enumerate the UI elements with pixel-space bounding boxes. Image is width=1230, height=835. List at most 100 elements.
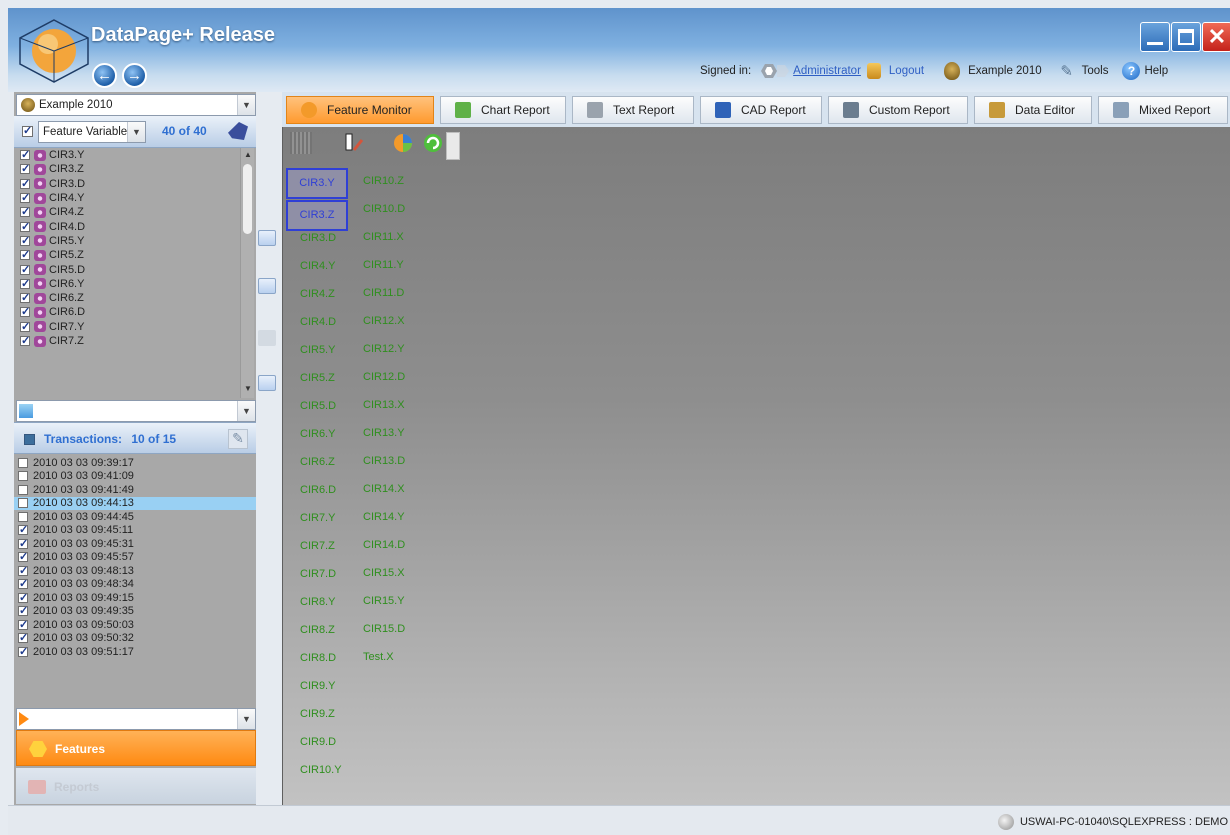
feature-list-item[interactable]: CIR6.Y xyxy=(14,277,240,291)
feature-list-item[interactable]: CIR4.Y xyxy=(14,191,240,205)
feature-cell[interactable]: CIR3.Y xyxy=(286,168,348,199)
feature-cell[interactable]: CIR15.D xyxy=(363,623,405,635)
feature-cell[interactable]: CIR12.Y xyxy=(363,343,405,355)
transaction-checkbox[interactable] xyxy=(18,498,28,509)
feature-checkbox[interactable] xyxy=(20,334,30,347)
transaction-checkbox[interactable] xyxy=(18,645,28,658)
feature-cell[interactable]: CIR8.Z xyxy=(300,624,335,636)
feature-cell[interactable]: CIR4.D xyxy=(300,316,336,328)
transaction-checkbox[interactable] xyxy=(18,471,28,482)
feature-cell[interactable]: CIR13.Y xyxy=(363,427,405,439)
feature-list-item[interactable]: CIR7.Z xyxy=(14,334,240,348)
feature-list-item[interactable]: CIR5.Z xyxy=(14,248,240,262)
feature-cell[interactable]: CIR10.Z xyxy=(363,175,404,187)
feature-cell[interactable]: CIR11.X xyxy=(363,231,404,243)
feature-cell[interactable]: CIR14.D xyxy=(363,539,405,551)
feature-cell[interactable]: CIR12.X xyxy=(363,315,405,327)
scroll-down-icon[interactable]: ▼ xyxy=(242,384,254,396)
chevron-down-icon[interactable]: ▼ xyxy=(237,401,255,421)
feature-cell[interactable]: CIR14.X xyxy=(363,483,405,495)
nav-reports-button[interactable]: Reports xyxy=(16,768,256,804)
transaction-list-item[interactable]: 2010 03 03 09:48:34 xyxy=(14,577,256,592)
tools-icon[interactable]: ✎ xyxy=(1058,62,1076,80)
scroll-up-icon[interactable]: ▲ xyxy=(242,150,254,162)
transaction-list-item[interactable]: 2010 03 03 09:49:15 xyxy=(14,591,256,605)
transaction-checkbox[interactable] xyxy=(18,564,28,577)
transaction-list-item[interactable]: 2010 03 03 09:45:11 xyxy=(14,523,256,538)
scroll-thumb[interactable] xyxy=(243,164,252,234)
feature-cell[interactable]: CIR4.Z xyxy=(300,288,335,300)
feature-cell[interactable]: CIR8.Y xyxy=(300,596,335,608)
feature-cell[interactable]: CIR5.Y xyxy=(300,344,335,356)
help-menu[interactable]: Help xyxy=(1144,65,1168,77)
feature-checkbox[interactable] xyxy=(20,291,30,304)
minimize-button[interactable] xyxy=(1140,22,1170,52)
feature-checkbox[interactable] xyxy=(20,263,30,276)
chevron-down-icon[interactable]: ▼ xyxy=(237,709,255,729)
feature-cell[interactable]: CIR7.D xyxy=(300,568,336,580)
chevron-down-icon[interactable]: ▼ xyxy=(127,122,145,142)
feature-list-item[interactable]: CIR4.Z xyxy=(14,205,240,219)
feature-cell[interactable]: CIR10.Y xyxy=(300,764,342,776)
pie-chart-icon[interactable] xyxy=(392,132,414,154)
transaction-checkbox[interactable] xyxy=(18,577,28,590)
feature-cell[interactable]: CIR13.D xyxy=(363,455,405,467)
feature-checkbox[interactable] xyxy=(20,305,30,318)
transaction-checkbox[interactable] xyxy=(18,631,28,644)
nav-features-button[interactable]: Features xyxy=(16,730,256,766)
feature-cell[interactable]: CIR15.X xyxy=(363,567,405,579)
feature-cell[interactable]: CIR4.Y xyxy=(300,260,335,272)
feature-checkbox[interactable] xyxy=(20,191,30,204)
feature-list-item[interactable]: CIR3.D xyxy=(14,177,240,191)
transaction-checkbox[interactable] xyxy=(18,618,28,631)
feature-list-item[interactable]: CIR4.D xyxy=(14,219,240,233)
tab-cad-report[interactable]: CAD Report xyxy=(700,96,822,124)
transaction-checkbox[interactable] xyxy=(18,484,28,495)
back-arrow-icon[interactable]: ← xyxy=(92,63,117,88)
transaction-checkbox[interactable] xyxy=(18,604,28,617)
feature-filter-combo[interactable]: Feature Variable ▼ xyxy=(38,121,146,143)
transaction-list-item[interactable]: 2010 03 03 09:41:49 xyxy=(14,483,256,497)
transaction-checkbox[interactable] xyxy=(18,550,28,563)
transaction-checkbox[interactable] xyxy=(18,457,28,468)
tab-custom-report[interactable]: Custom Report xyxy=(828,96,968,124)
feature-cell[interactable]: CIR9.Y xyxy=(300,680,335,692)
feature-cell[interactable]: CIR5.Z xyxy=(300,372,335,384)
transaction-checkbox[interactable] xyxy=(18,511,28,522)
feature-cell[interactable]: CIR13.X xyxy=(363,399,405,411)
feature-checkbox[interactable] xyxy=(20,277,30,290)
close-button[interactable]: ✕ xyxy=(1202,22,1230,52)
feature-cell[interactable]: CIR6.Z xyxy=(300,456,335,468)
feature-cell[interactable]: CIR7.Z xyxy=(300,540,335,552)
toolbar-overflow-handle[interactable] xyxy=(446,132,460,160)
image-combo[interactable]: ▼ xyxy=(16,400,256,422)
feature-cell[interactable]: CIR7.Y xyxy=(300,512,335,524)
transaction-list-item[interactable]: 2010 03 03 09:48:13 xyxy=(14,564,256,578)
database-combo[interactable]: Example 2010 ▼ xyxy=(16,94,256,116)
feature-checkbox[interactable] xyxy=(20,205,30,218)
feature-checkbox[interactable] xyxy=(20,177,30,190)
tab-data-editor[interactable]: Data Editor xyxy=(974,96,1092,124)
transaction-checkbox[interactable] xyxy=(18,523,28,536)
feature-cell[interactable]: CIR14.Y xyxy=(363,511,405,523)
move-all-right-icon[interactable] xyxy=(258,278,276,294)
tools-menu[interactable]: Tools xyxy=(1082,65,1109,77)
tab-mixed-report[interactable]: Mixed Report xyxy=(1098,96,1228,124)
edit-pencil-icon[interactable] xyxy=(342,132,364,154)
grid-view-icon[interactable] xyxy=(290,132,312,154)
feature-cell[interactable]: CIR5.D xyxy=(300,400,336,412)
move-right-icon[interactable] xyxy=(258,230,276,246)
transactions-toggle-icon[interactable] xyxy=(24,434,35,445)
logout-link[interactable]: Logout xyxy=(889,65,924,77)
feature-cell[interactable]: CIR12.D xyxy=(363,371,405,383)
tab-feature-monitor[interactable]: Feature Monitor xyxy=(286,96,434,124)
feature-cell[interactable]: CIR11.D xyxy=(363,287,404,299)
feature-list-item[interactable]: CIR6.Z xyxy=(14,291,240,305)
feature-checkbox[interactable] xyxy=(20,248,30,261)
transaction-list-item[interactable]: 2010 03 03 09:39:17 xyxy=(14,456,256,470)
feature-cell[interactable]: CIR10.D xyxy=(363,203,405,215)
feature-cell[interactable]: CIR6.Y xyxy=(300,428,335,440)
transaction-checkbox[interactable] xyxy=(18,537,28,550)
feature-checkbox[interactable] xyxy=(20,148,30,161)
feature-cell[interactable]: Test.X xyxy=(363,651,394,663)
